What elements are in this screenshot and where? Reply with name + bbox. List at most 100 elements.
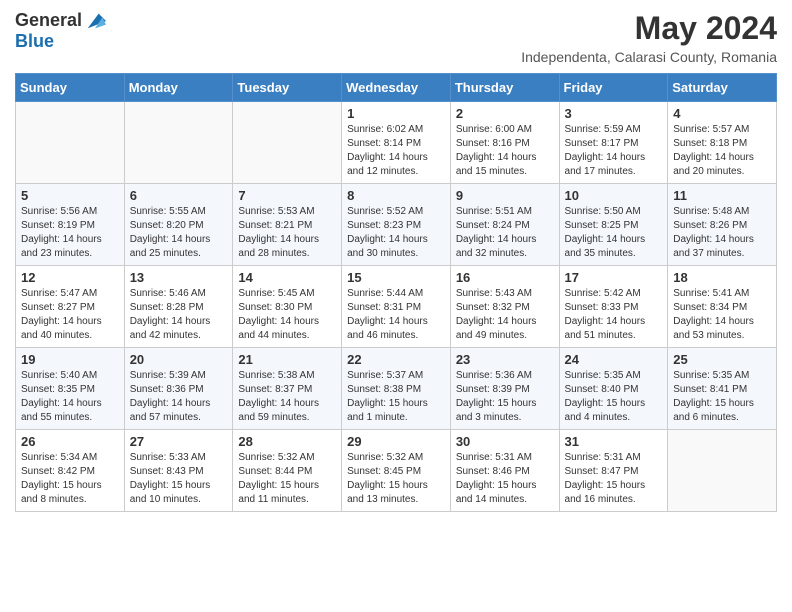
- cell-info: Sunrise: 5:36 AM Sunset: 8:39 PM Dayligh…: [456, 369, 554, 425]
- day-number: 21: [238, 352, 336, 367]
- day-number: 19: [21, 352, 119, 367]
- cell-info: Sunrise: 5:51 AM Sunset: 8:24 PM Dayligh…: [456, 205, 554, 261]
- calendar-cell: 20 Sunrise: 5:39 AM Sunset: 8:36 PM Dayli…: [124, 348, 233, 430]
- page-header: General Blue May 2024 Independenta, Cala…: [15, 10, 777, 65]
- day-number: 9: [456, 188, 554, 203]
- day-number: 16: [456, 270, 554, 285]
- cell-info: Sunrise: 5:40 AM Sunset: 8:35 PM Dayligh…: [21, 369, 119, 425]
- cell-info: Sunrise: 5:47 AM Sunset: 8:27 PM Dayligh…: [21, 287, 119, 343]
- calendar-cell: 26 Sunrise: 5:34 AM Sunset: 8:42 PM Dayli…: [16, 430, 125, 512]
- month-title: May 2024: [521, 10, 777, 47]
- logo-text-general: General: [15, 11, 82, 31]
- day-number: 1: [347, 106, 445, 121]
- calendar-cell: 2Sunrise: 6:00 AM Sunset: 8:16 PM Daylig…: [450, 102, 559, 184]
- day-number: 23: [456, 352, 554, 367]
- day-number: 12: [21, 270, 119, 285]
- calendar-cell: 9 Sunrise: 5:51 AM Sunset: 8:24 PM Daylig…: [450, 184, 559, 266]
- cell-info: Sunrise: 5:57 AM Sunset: 8:18 PM Dayligh…: [673, 123, 771, 179]
- calendar-cell: 30Sunrise: 5:31 AM Sunset: 8:46 PM Dayli…: [450, 430, 559, 512]
- calendar-cell: 10Sunrise: 5:50 AM Sunset: 8:25 PM Dayli…: [559, 184, 668, 266]
- day-number: 26: [21, 434, 119, 449]
- cell-info: Sunrise: 5:53 AM Sunset: 8:21 PM Dayligh…: [238, 205, 336, 261]
- calendar-cell: 24 Sunrise: 5:35 AM Sunset: 8:40 PM Dayli…: [559, 348, 668, 430]
- calendar-cell: 5Sunrise: 5:56 AM Sunset: 8:19 PM Daylig…: [16, 184, 125, 266]
- cell-info: Sunrise: 5:37 AM Sunset: 8:38 PM Dayligh…: [347, 369, 445, 425]
- day-number: 15: [347, 270, 445, 285]
- calendar-cell: 31Sunrise: 5:31 AM Sunset: 8:47 PM Dayli…: [559, 430, 668, 512]
- calendar-cell: [16, 102, 125, 184]
- day-number: 7: [238, 188, 336, 203]
- day-number: 30: [456, 434, 554, 449]
- cell-info: Sunrise: 5:52 AM Sunset: 8:23 PM Dayligh…: [347, 205, 445, 261]
- calendar-cell: 25 Sunrise: 5:35 AM Sunset: 8:41 PM Dayli…: [668, 348, 777, 430]
- calendar-cell: 22Sunrise: 5:37 AM Sunset: 8:38 PM Dayli…: [342, 348, 451, 430]
- calendar-cell: 1Sunrise: 6:02 AM Sunset: 8:14 PM Daylig…: [342, 102, 451, 184]
- calendar-cell: 8 Sunrise: 5:52 AM Sunset: 8:23 PM Daylig…: [342, 184, 451, 266]
- calendar-cell: 23 Sunrise: 5:36 AM Sunset: 8:39 PM Dayli…: [450, 348, 559, 430]
- cell-info: Sunrise: 5:32 AM Sunset: 8:45 PM Dayligh…: [347, 451, 445, 507]
- calendar-cell: 11 Sunrise: 5:48 AM Sunset: 8:26 PM Dayli…: [668, 184, 777, 266]
- location-title: Independenta, Calarasi County, Romania: [521, 49, 777, 65]
- cell-info: Sunrise: 5:44 AM Sunset: 8:31 PM Dayligh…: [347, 287, 445, 343]
- logo-icon: [84, 10, 106, 32]
- cell-info: Sunrise: 5:35 AM Sunset: 8:40 PM Dayligh…: [565, 369, 663, 425]
- calendar-cell: 15 Sunrise: 5:44 AM Sunset: 8:31 PM Dayli…: [342, 266, 451, 348]
- day-number: 25: [673, 352, 771, 367]
- day-number: 18: [673, 270, 771, 285]
- calendar-cell: 18 Sunrise: 5:41 AM Sunset: 8:34 PM Dayli…: [668, 266, 777, 348]
- cell-info: Sunrise: 5:38 AM Sunset: 8:37 PM Dayligh…: [238, 369, 336, 425]
- day-header-wednesday: Wednesday: [342, 74, 451, 102]
- calendar-cell: [668, 430, 777, 512]
- day-number: 10: [565, 188, 663, 203]
- cell-info: Sunrise: 5:59 AM Sunset: 8:17 PM Dayligh…: [565, 123, 663, 179]
- day-number: 8: [347, 188, 445, 203]
- calendar-cell: 19 Sunrise: 5:40 AM Sunset: 8:35 PM Dayli…: [16, 348, 125, 430]
- cell-info: Sunrise: 5:55 AM Sunset: 8:20 PM Dayligh…: [130, 205, 228, 261]
- cell-info: Sunrise: 5:33 AM Sunset: 8:43 PM Dayligh…: [130, 451, 228, 507]
- title-block: May 2024 Independenta, Calarasi County, …: [521, 10, 777, 65]
- calendar-cell: 27 Sunrise: 5:33 AM Sunset: 8:43 PM Dayli…: [124, 430, 233, 512]
- cell-info: Sunrise: 5:45 AM Sunset: 8:30 PM Dayligh…: [238, 287, 336, 343]
- calendar-cell: 12 Sunrise: 5:47 AM Sunset: 8:27 PM Dayli…: [16, 266, 125, 348]
- cell-info: Sunrise: 5:35 AM Sunset: 8:41 PM Dayligh…: [673, 369, 771, 425]
- calendar-cell: 4Sunrise: 5:57 AM Sunset: 8:18 PM Daylig…: [668, 102, 777, 184]
- day-number: 29: [347, 434, 445, 449]
- day-header-thursday: Thursday: [450, 74, 559, 102]
- calendar-table: SundayMondayTuesdayWednesdayThursdayFrid…: [15, 73, 777, 512]
- calendar-cell: 16 Sunrise: 5:43 AM Sunset: 8:32 PM Dayli…: [450, 266, 559, 348]
- calendar-cell: [233, 102, 342, 184]
- logo: General Blue: [15, 10, 106, 52]
- calendar-cell: 28Sunrise: 5:32 AM Sunset: 8:44 PM Dayli…: [233, 430, 342, 512]
- day-header-friday: Friday: [559, 74, 668, 102]
- calendar-week-row: 5Sunrise: 5:56 AM Sunset: 8:19 PM Daylig…: [16, 184, 777, 266]
- cell-info: Sunrise: 5:41 AM Sunset: 8:34 PM Dayligh…: [673, 287, 771, 343]
- day-number: 14: [238, 270, 336, 285]
- day-number: 28: [238, 434, 336, 449]
- cell-info: Sunrise: 5:34 AM Sunset: 8:42 PM Dayligh…: [21, 451, 119, 507]
- calendar-cell: 21 Sunrise: 5:38 AM Sunset: 8:37 PM Dayli…: [233, 348, 342, 430]
- calendar-cell: 3 Sunrise: 5:59 AM Sunset: 8:17 PM Daylig…: [559, 102, 668, 184]
- day-number: 27: [130, 434, 228, 449]
- day-number: 6: [130, 188, 228, 203]
- cell-info: Sunrise: 5:48 AM Sunset: 8:26 PM Dayligh…: [673, 205, 771, 261]
- day-number: 13: [130, 270, 228, 285]
- day-number: 11: [673, 188, 771, 203]
- day-header-sunday: Sunday: [16, 74, 125, 102]
- day-number: 24: [565, 352, 663, 367]
- cell-info: Sunrise: 5:46 AM Sunset: 8:28 PM Dayligh…: [130, 287, 228, 343]
- cell-info: Sunrise: 5:43 AM Sunset: 8:32 PM Dayligh…: [456, 287, 554, 343]
- day-number: 20: [130, 352, 228, 367]
- cell-info: Sunrise: 5:39 AM Sunset: 8:36 PM Dayligh…: [130, 369, 228, 425]
- day-number: 3: [565, 106, 663, 121]
- calendar-cell: 6 Sunrise: 5:55 AM Sunset: 8:20 PM Daylig…: [124, 184, 233, 266]
- day-header-tuesday: Tuesday: [233, 74, 342, 102]
- calendar-cell: 14 Sunrise: 5:45 AM Sunset: 8:30 PM Dayli…: [233, 266, 342, 348]
- day-number: 2: [456, 106, 554, 121]
- calendar-cell: 13 Sunrise: 5:46 AM Sunset: 8:28 PM Dayli…: [124, 266, 233, 348]
- calendar-week-row: 19 Sunrise: 5:40 AM Sunset: 8:35 PM Dayli…: [16, 348, 777, 430]
- day-number: 17: [565, 270, 663, 285]
- day-number: 31: [565, 434, 663, 449]
- cell-info: Sunrise: 5:42 AM Sunset: 8:33 PM Dayligh…: [565, 287, 663, 343]
- calendar-week-row: 1Sunrise: 6:02 AM Sunset: 8:14 PM Daylig…: [16, 102, 777, 184]
- calendar-cell: [124, 102, 233, 184]
